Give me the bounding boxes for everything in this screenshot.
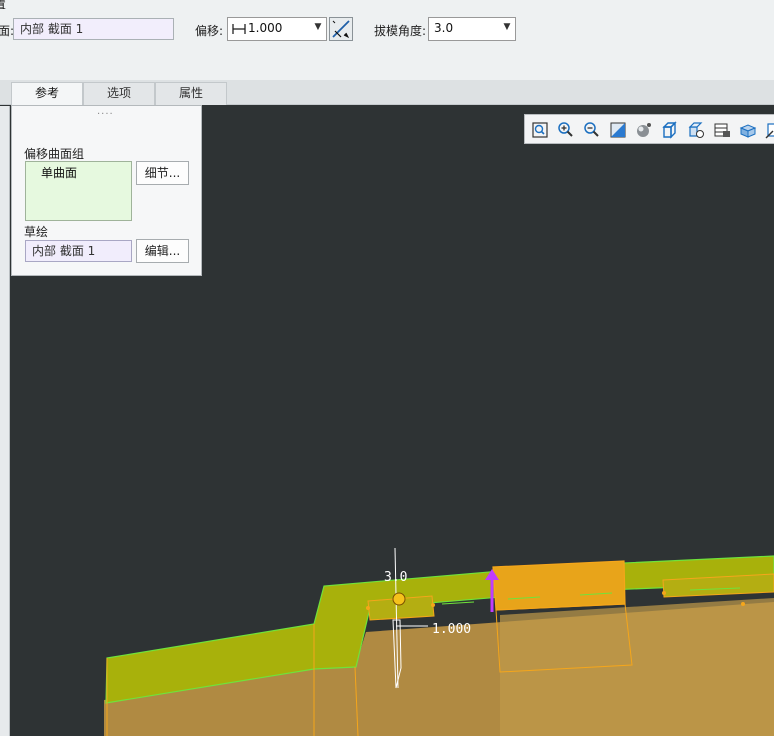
sketch-label: 草绘 bbox=[24, 225, 49, 239]
references-panel: .... 偏移曲面组 单曲面 细节... 草绘 内部 截面 1 编辑... bbox=[11, 105, 202, 276]
highlighted-feature bbox=[492, 560, 626, 611]
edge-point bbox=[366, 606, 370, 610]
drag-handle bbox=[392, 592, 406, 606]
sketch-collector[interactable]: 内部 截面 1 bbox=[25, 240, 132, 262]
zoom-out-icon[interactable] bbox=[582, 120, 602, 140]
offset-dimension[interactable]: 1.000 bbox=[432, 622, 471, 637]
graphics-toolbar bbox=[524, 114, 774, 144]
draft-angle-dimension[interactable]: 3.0 bbox=[384, 570, 407, 585]
saved-views-icon[interactable] bbox=[686, 120, 706, 140]
zoom-in-icon[interactable] bbox=[556, 120, 576, 140]
display-style-icon[interactable] bbox=[660, 120, 680, 140]
surface-edge bbox=[441, 601, 475, 605]
edge-point bbox=[431, 603, 435, 607]
edge-point bbox=[662, 591, 666, 595]
surface-set-label: 偏移曲面组 bbox=[24, 147, 85, 161]
view-manager-icon[interactable] bbox=[712, 120, 732, 140]
panel-grip[interactable]: .... bbox=[97, 106, 114, 117]
annotation-icon[interactable] bbox=[764, 120, 774, 140]
perspective-icon[interactable] bbox=[738, 120, 758, 140]
edit-sketch-button[interactable]: 编辑... bbox=[136, 239, 189, 263]
details-button[interactable]: 细节... bbox=[136, 161, 189, 185]
surface-set-item[interactable]: 单曲面 bbox=[41, 164, 77, 181]
zoom-fit-icon[interactable] bbox=[530, 120, 550, 140]
edge-point bbox=[741, 602, 745, 606]
repaint-icon[interactable] bbox=[608, 120, 628, 140]
appearance-icon[interactable] bbox=[634, 120, 654, 140]
surface-set-collector[interactable]: 单曲面 bbox=[25, 161, 132, 221]
solid-body-shade bbox=[500, 598, 774, 736]
